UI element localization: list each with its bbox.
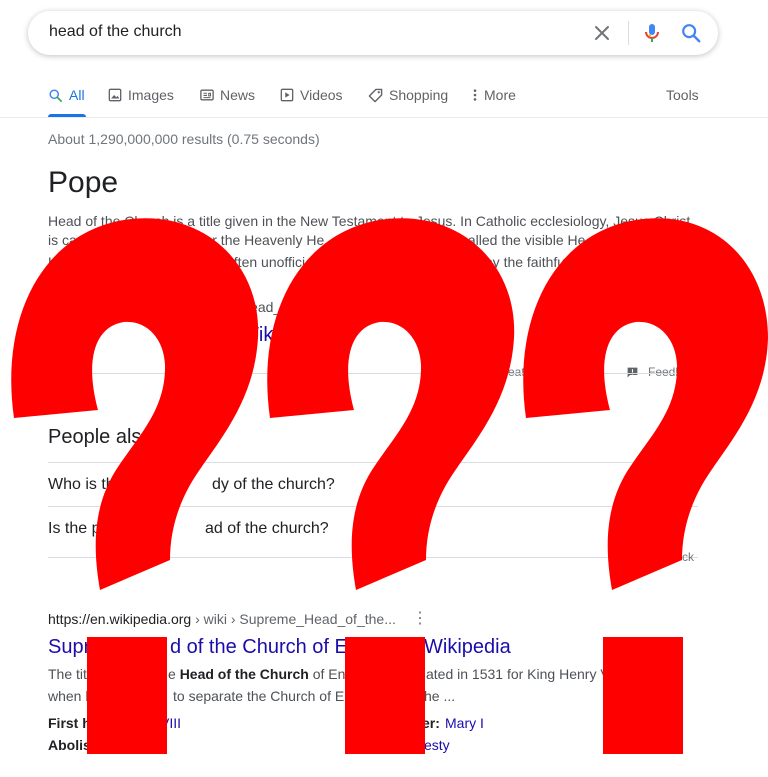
tools-button[interactable]: Tools [666, 86, 699, 104]
mic-icon[interactable] [640, 21, 664, 45]
tab-images[interactable]: Images [108, 86, 174, 104]
search-bar-separator [628, 21, 629, 45]
paa-question[interactable]: dy of the church? [212, 476, 335, 494]
tab-label: More [484, 87, 516, 103]
paa-question[interactable]: Who is th [48, 476, 115, 494]
paa-divider [48, 462, 698, 463]
image-icon [108, 88, 122, 102]
tab-label: Shopping [389, 87, 449, 103]
featured-link[interactable]: Wikip [240, 324, 289, 347]
tab-news[interactable]: News [200, 86, 255, 104]
tab-all[interactable]: All [48, 86, 85, 104]
result-snippet: when h [48, 688, 94, 704]
tab-label: News [220, 87, 256, 103]
result-attribute-value[interactable]: VIII [160, 715, 181, 731]
featured-title: Pope [48, 166, 119, 199]
snippet-fragment: ist by the faithful [467, 254, 569, 270]
tools-label: Tools [666, 87, 699, 103]
result-breadcrumb: › wiki › Supreme_Head_of_the... [191, 611, 396, 627]
snippet-fragment: is often unoffici [212, 254, 306, 270]
result-snippet: e Head of the Church of Engl [168, 666, 357, 682]
result-attribute-label: First h [48, 715, 91, 731]
paa-feedback-link[interactable]: ck [682, 550, 694, 564]
search-bar[interactable]: head of the church [28, 11, 718, 55]
paa-question[interactable]: Is the p [48, 520, 100, 538]
people-also-ask-title: People als [48, 426, 142, 448]
about-snippets-link[interactable]: eatu [508, 365, 531, 379]
result-snippet: he ... [424, 688, 456, 704]
result-snippet: ated in 1531 for King Henry VI [426, 666, 614, 682]
tab-label: Images [128, 87, 174, 103]
result-attribute-label: er: [422, 715, 440, 731]
result-menu-icon[interactable]: ⋮ [412, 611, 428, 627]
tab-more[interactable]: More [472, 86, 516, 104]
result-stats: About 1,290,000,000 results (0.75 second… [48, 131, 320, 147]
news-icon [200, 89, 214, 101]
result-snippet: The tit [48, 666, 87, 682]
snippet-fragment: ad or the Heavenly He [185, 232, 325, 248]
clear-icon[interactable] [592, 23, 612, 43]
result-attribute-value[interactable]: esty [424, 737, 450, 753]
video-icon [280, 88, 294, 102]
result-url[interactable]: https://en.wikipedia.org › wiki › Suprem… [48, 611, 396, 627]
tab-videos[interactable]: Videos [280, 86, 343, 104]
snippet-fragment: s called the visible He [450, 232, 586, 248]
search-icon [49, 88, 62, 102]
result-title[interactable]: Supr [48, 636, 90, 659]
paa-question[interactable]: ad of the church? [205, 520, 329, 538]
tab-label: All [69, 87, 85, 103]
featured-url-fragment[interactable]: Head_of [240, 299, 293, 315]
tab-shopping[interactable]: Shopping [368, 86, 448, 104]
search-icon[interactable] [680, 22, 702, 44]
tabs-divider [0, 117, 768, 118]
more-vert-icon [473, 89, 477, 101]
feedback-link[interactable]: Feedb [648, 365, 682, 379]
tag-icon [368, 88, 383, 102]
result-attribute-value[interactable]: Mary I [445, 715, 484, 731]
section-divider [48, 373, 698, 374]
result-snippet-bold: Head of the Church [179, 666, 309, 682]
result-domain: https://en.wikipedia.org [48, 611, 192, 627]
search-input[interactable]: head of the church [49, 23, 182, 41]
snippet-fragment: H [48, 254, 59, 270]
result-title[interactable]: d of the Church of E [170, 636, 348, 659]
paa-divider [48, 506, 698, 507]
tab-label: Videos [300, 87, 343, 103]
snippet-fragment: is ca [48, 232, 77, 248]
result-snippet: to separate the Church of E [173, 688, 345, 704]
featured-snippet-line: Head of the Church is a title given in t… [48, 213, 691, 229]
result-attribute-label: Abolis [48, 737, 91, 753]
result-title[interactable]: Wikipedia [424, 636, 511, 659]
paa-divider [48, 557, 698, 558]
